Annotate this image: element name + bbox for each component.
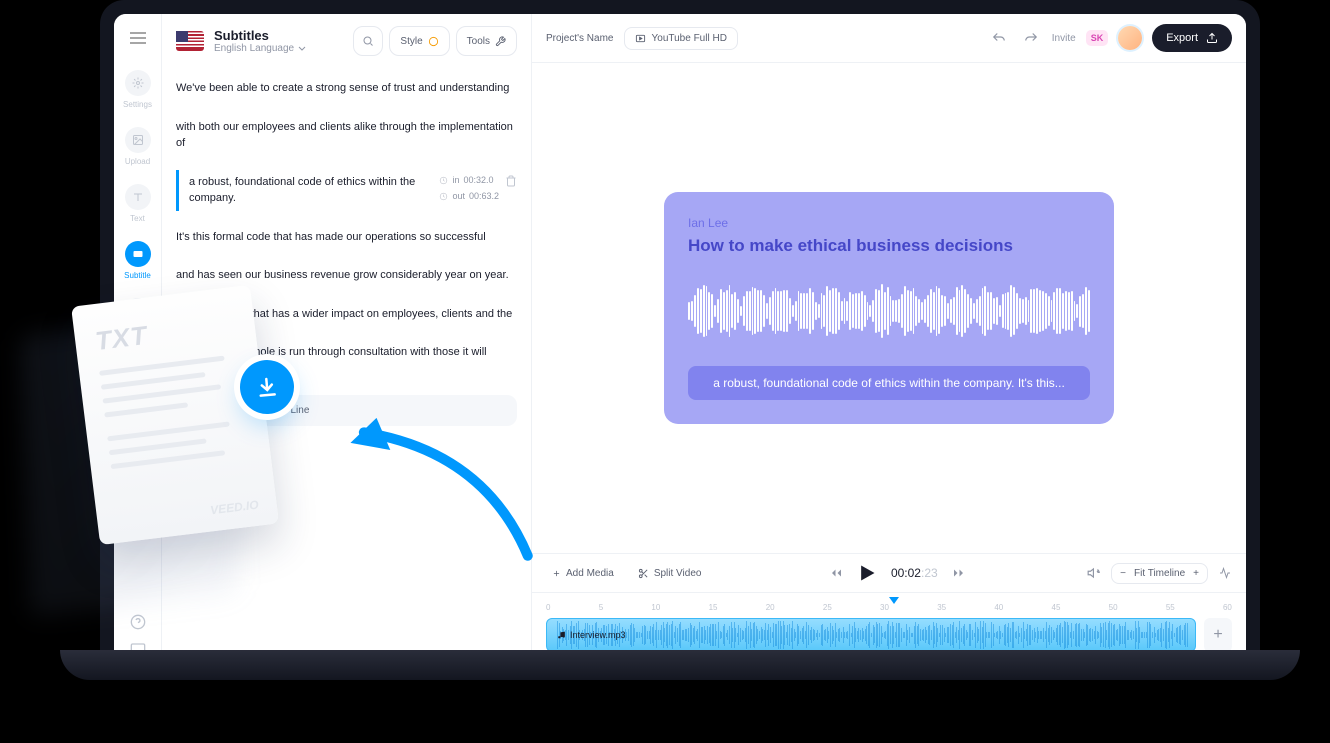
avatar[interactable] — [1118, 26, 1142, 50]
music-note-icon — [557, 630, 566, 640]
help-icon[interactable] — [130, 614, 146, 630]
in-label: in — [452, 174, 459, 188]
preview-canvas[interactable]: Ian Lee How to make ethical business dec… — [532, 63, 1246, 553]
clock-in-icon — [439, 176, 448, 185]
subtitle-line[interactable]: with both our employees and clients alik… — [176, 115, 517, 156]
add-track-button[interactable]: + — [1204, 618, 1232, 652]
chat-icon — [132, 305, 144, 317]
subtitle-line[interactable]: and has seen our business revenue grow c… — [176, 263, 517, 288]
timeline-ruler: 051015202530354045505560 — [546, 599, 1232, 618]
upload-icon — [1206, 32, 1218, 44]
play-rect-icon — [635, 33, 646, 44]
project-name[interactable]: Project's Name — [546, 33, 614, 44]
subtitle-icon — [132, 248, 144, 260]
invite-label[interactable]: Invite — [1052, 33, 1076, 44]
zoom-out-button[interactable]: − — [1120, 568, 1126, 579]
play-button[interactable] — [857, 562, 877, 584]
add-subtitle-button[interactable]: Add New Subtitles Line — [176, 395, 517, 426]
sidebar-item-upload[interactable]: Upload — [118, 127, 158, 166]
sidebar-item-label: Text — [130, 214, 145, 223]
user-badge[interactable]: SK — [1086, 30, 1109, 46]
in-time[interactable]: 00:32.0 — [463, 174, 493, 188]
out-label: out — [452, 190, 465, 204]
plus-icon — [552, 569, 561, 578]
export-button[interactable]: Export — [1152, 24, 1232, 52]
subtitle-line[interactable]: It's this formal code that has made our … — [176, 225, 517, 250]
subtitle-text[interactable]: a robust, foundational code of ethics wi… — [189, 174, 429, 207]
audio-track[interactable]: Interview.mp3 — [546, 618, 1196, 652]
sidebar-item-label: Settings — [123, 100, 152, 109]
activity-icon[interactable] — [1218, 567, 1232, 579]
rewind-button[interactable] — [829, 567, 843, 579]
top-bar: Project's Name YouTube Full HD Invite SK… — [532, 14, 1246, 63]
undo-button[interactable] — [988, 25, 1010, 51]
fit-timeline-label[interactable]: Fit Timeline — [1134, 568, 1185, 579]
text-icon — [132, 191, 144, 203]
style-button[interactable]: Style — [389, 26, 449, 56]
redo-icon — [1024, 32, 1038, 42]
caption-overlay: a robust, foundational code of ethics wi… — [688, 366, 1090, 400]
subtitle-line-selected[interactable]: a robust, foundational code of ethics wi… — [176, 170, 517, 211]
speaker-name: Ian Lee — [688, 216, 1090, 230]
sidebar-item-chat[interactable] — [118, 298, 158, 324]
volume-button[interactable] — [1087, 566, 1101, 580]
laptop-frame: Settings Upload Text Subtitle Subtitles — [100, 0, 1260, 680]
timeline-toolbar: Add Media Split Video 00:02:23 − Fit Tim… — [532, 553, 1246, 592]
split-button[interactable]: Split Video — [632, 564, 708, 583]
search-button[interactable] — [353, 26, 383, 56]
plus-icon — [188, 406, 198, 416]
forward-button[interactable] — [952, 567, 966, 579]
current-time: 00:02:23 — [891, 566, 938, 580]
clock-out-icon — [439, 192, 448, 201]
zoom-controls: − Fit Timeline + — [1111, 563, 1208, 584]
talk-title: How to make ethical business decisions — [688, 236, 1090, 256]
undo-icon — [992, 32, 1006, 42]
sidebar-item-label: Subtitle — [124, 271, 151, 280]
track-name: Interview.mp3 — [570, 630, 626, 640]
language-selector[interactable]: English Language — [214, 43, 306, 54]
trash-icon[interactable] — [505, 174, 517, 188]
redo-button[interactable] — [1020, 25, 1042, 51]
sidebar-item-subtitle[interactable]: Subtitle — [118, 241, 158, 280]
chevron-down-icon — [298, 46, 306, 51]
add-media-button[interactable]: Add Media — [546, 564, 620, 583]
laptop-base — [60, 650, 1300, 680]
wrench-icon — [495, 36, 506, 47]
audio-card: Ian Lee How to make ethical business dec… — [664, 192, 1114, 424]
tools-button[interactable]: Tools — [456, 26, 517, 56]
subtitle-header: Subtitles English Language Style Tools — [162, 14, 531, 68]
playhead[interactable] — [889, 597, 899, 604]
main-sidebar: Settings Upload Text Subtitle — [114, 14, 162, 666]
us-flag-icon — [176, 31, 204, 51]
sidebar-item-label: Upload — [125, 157, 150, 166]
subtitle-line[interactable]: We've been able to create a strong sense… — [176, 76, 517, 101]
resolution-selector[interactable]: YouTube Full HD — [624, 27, 738, 50]
subtitle-panel: Subtitles English Language Style Tools W… — [162, 14, 532, 666]
waveform-visual — [688, 276, 1090, 346]
subtitle-list: We've been able to create a strong sense… — [162, 68, 531, 666]
app-screen: Settings Upload Text Subtitle Subtitles — [114, 14, 1246, 666]
gear-icon — [132, 77, 144, 89]
subtitle-line[interactable]: business as a whole is run through consu… — [176, 340, 517, 381]
subtitle-line[interactable]: Every decision that has a wider impact o… — [176, 302, 517, 327]
hamburger-menu[interactable] — [124, 24, 152, 52]
out-time[interactable]: 00:63.2 — [469, 190, 499, 204]
image-icon — [132, 134, 144, 146]
preview-column: Project's Name YouTube Full HD Invite SK… — [532, 14, 1246, 666]
sidebar-item-settings[interactable]: Settings — [118, 70, 158, 109]
search-icon — [362, 35, 374, 47]
panel-title: Subtitles — [214, 28, 306, 43]
palette-icon — [428, 36, 439, 47]
sidebar-item-text[interactable]: Text — [118, 184, 158, 223]
scissors-icon — [638, 568, 649, 579]
zoom-in-button[interactable]: + — [1193, 568, 1199, 579]
